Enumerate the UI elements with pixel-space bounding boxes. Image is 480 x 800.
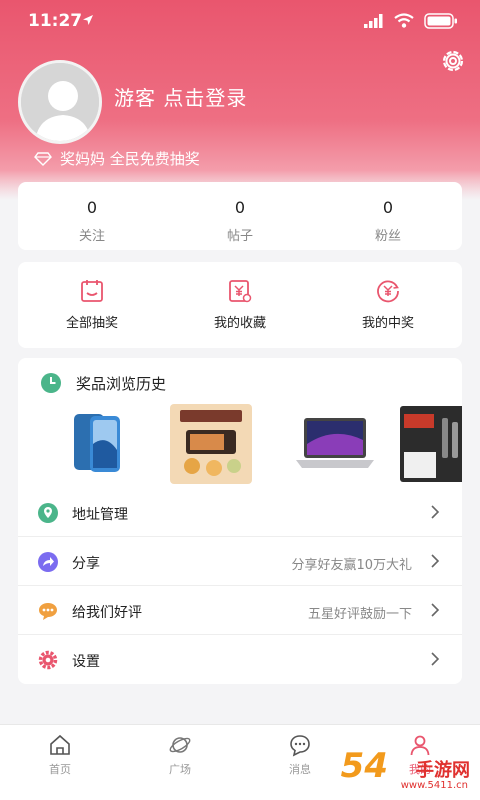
home-icon bbox=[50, 734, 70, 755]
user-icon bbox=[410, 735, 430, 756]
avatar[interactable] bbox=[18, 60, 102, 144]
history-item-iphone[interactable] bbox=[56, 404, 138, 484]
stat-label: 粉丝 bbox=[374, 229, 401, 244]
settings-gear-icon[interactable] bbox=[438, 46, 468, 76]
stat-value: 0 bbox=[382, 198, 394, 217]
message-icon bbox=[290, 735, 310, 757]
chevron-right-icon bbox=[431, 652, 440, 666]
menu-hint: 五星好评鼓励一下 bbox=[307, 607, 412, 622]
history-item-vacuum-cooker[interactable] bbox=[394, 404, 462, 484]
login-prompt[interactable]: 游客 点击登录 bbox=[114, 82, 247, 111]
banner-text: 奖妈妈 全民免费抽奖 bbox=[60, 150, 200, 168]
tab-label: 首页 bbox=[49, 763, 71, 776]
battery-icon bbox=[424, 13, 457, 29]
main-card: 奖品浏览历史 地址管理 分享 分享好友赢10万大礼 给我们好评 五星好评鼓励一下… bbox=[18, 358, 462, 684]
menu-label: 设置 bbox=[72, 654, 100, 670]
menu-label: 分享 bbox=[72, 556, 100, 572]
stats-card: 0 关注 0 帖子 0 粉丝 bbox=[18, 182, 462, 250]
history-item-macbook[interactable] bbox=[294, 404, 376, 484]
quick-all-lotteries[interactable]: 全部抽奖 bbox=[18, 262, 166, 348]
chevron-right-icon bbox=[431, 554, 440, 568]
quick-label: 我的收藏 bbox=[213, 316, 266, 331]
history-header: 奖品浏览历史 bbox=[40, 372, 166, 394]
yen-card-icon bbox=[229, 280, 252, 303]
status-time: 11:27 bbox=[28, 11, 83, 31]
menu-label: 地址管理 bbox=[72, 507, 128, 523]
tab-square[interactable]: 广场 bbox=[120, 725, 240, 800]
planet-icon bbox=[169, 737, 191, 753]
chevron-right-icon bbox=[431, 603, 440, 617]
yen-circle-icon bbox=[377, 280, 399, 303]
stat-fans[interactable]: 0 粉丝 bbox=[314, 182, 462, 250]
menu-label: 给我们好评 bbox=[72, 605, 142, 621]
watermark-text: 手游网 bbox=[416, 760, 470, 781]
quick-actions-card: 全部抽奖 我的收藏 我的中奖 bbox=[18, 262, 462, 348]
wifi-icon bbox=[394, 13, 414, 28]
quick-label: 全部抽奖 bbox=[65, 316, 118, 331]
history-title: 奖品浏览历史 bbox=[76, 374, 167, 393]
stat-label: 关注 bbox=[78, 229, 105, 244]
clock-icon bbox=[41, 373, 61, 393]
location-arrow-icon bbox=[83, 15, 93, 25]
history-item-baby-menu[interactable] bbox=[170, 404, 252, 484]
stat-following[interactable]: 0 关注 bbox=[18, 182, 166, 250]
share-icon bbox=[38, 552, 58, 572]
gear-icon bbox=[38, 650, 58, 670]
signal-icon bbox=[364, 14, 383, 28]
tab-label: 广场 bbox=[169, 763, 191, 776]
stat-label: 帖子 bbox=[226, 229, 253, 244]
menu-list: 地址管理 分享 分享好友赢10万大礼 给我们好评 五星好评鼓励一下 设置 bbox=[18, 488, 462, 684]
calendar-icon bbox=[81, 280, 103, 302]
menu-row-address[interactable]: 地址管理 bbox=[18, 488, 462, 537]
lottery-banner: 奖妈妈 全民免费抽奖 bbox=[34, 148, 200, 169]
chevron-right-icon bbox=[431, 505, 440, 519]
quick-favorites[interactable]: 我的收藏 bbox=[166, 262, 314, 348]
history-thumbnails bbox=[56, 404, 462, 486]
tab-home[interactable]: 首页 bbox=[0, 725, 120, 800]
watermark-url: www.5411.cn bbox=[400, 780, 468, 791]
menu-row-settings[interactable]: 设置 bbox=[18, 635, 462, 684]
stat-posts[interactable]: 0 帖子 bbox=[166, 182, 314, 250]
menu-row-share[interactable]: 分享 分享好友赢10万大礼 bbox=[18, 537, 462, 586]
status-bar: 11:27 bbox=[0, 0, 480, 44]
quick-label: 我的中奖 bbox=[361, 316, 414, 331]
quick-my-wins[interactable]: 我的中奖 bbox=[314, 262, 462, 348]
menu-row-rate-us[interactable]: 给我们好评 五星好评鼓励一下 bbox=[18, 586, 462, 635]
diamond-icon bbox=[34, 151, 52, 166]
stat-value: 0 bbox=[86, 198, 98, 217]
comment-icon bbox=[39, 603, 57, 620]
menu-hint: 分享好友赢10万大礼 bbox=[291, 558, 412, 573]
stat-value: 0 bbox=[234, 198, 246, 217]
location-icon bbox=[38, 503, 58, 523]
watermark-number: 54 bbox=[340, 746, 388, 786]
